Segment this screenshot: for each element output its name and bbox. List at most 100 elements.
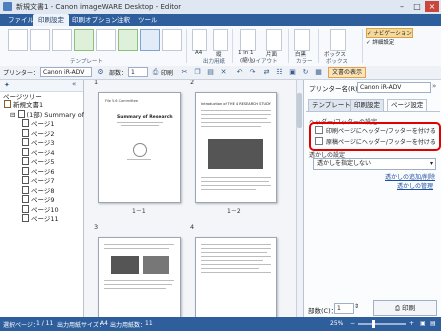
tree-item-page[interactable]: ページ7 (2, 176, 82, 186)
page-number: 4 (190, 223, 195, 231)
paste-icon[interactable]: ▤ (206, 68, 215, 77)
redo-icon[interactable]: ↷ (248, 68, 257, 77)
copies-input[interactable]: 1 (128, 67, 148, 77)
settings-icon[interactable]: ⚙ (96, 68, 105, 77)
tab-divider (306, 111, 440, 112)
box-button[interactable] (330, 29, 346, 51)
group-box: ボックス (326, 59, 348, 65)
zoom-slider-thumb[interactable] (372, 320, 375, 328)
document-icon (4, 100, 11, 108)
printer-select[interactable]: Canon iR-ADV (40, 67, 92, 77)
collapse-right-icon[interactable]: » (432, 82, 436, 90)
logo-seal (133, 143, 147, 157)
page-thumbnail-4[interactable] (195, 237, 277, 317)
menu-annotation[interactable]: 注釈 (112, 14, 135, 26)
rotate-icon[interactable]: ↻ (301, 68, 310, 77)
fit-page-icon[interactable]: ▣ (420, 320, 426, 327)
template-1-button[interactable] (8, 29, 28, 51)
copies-spin-icon[interactable]: ⇕ (354, 303, 359, 310)
page-photo (111, 256, 139, 274)
tree-item-document[interactable]: 新規文書1 (2, 100, 82, 110)
delete-icon[interactable]: ✕ (219, 68, 228, 77)
expand-icon[interactable]: ⊟ (10, 111, 15, 119)
document-display-button[interactable]: 文書の表示 (328, 67, 367, 78)
tab-page-settings[interactable]: ページ設定 (387, 99, 428, 111)
sides-button[interactable] (266, 29, 282, 51)
orientation-button[interactable] (213, 29, 228, 51)
grid-icon[interactable]: ▦ (314, 68, 323, 77)
undo-icon[interactable]: ↶ (235, 68, 244, 77)
paper-size-button[interactable] (192, 29, 207, 51)
overlay-select[interactable]: 透かしを指定しない ▾ (313, 158, 436, 170)
print-label[interactable]: 印刷 (161, 68, 173, 77)
minimize-button[interactable]: – (395, 1, 409, 12)
template-5-button[interactable] (96, 29, 116, 51)
move-icon[interactable]: ⇄ (262, 68, 271, 77)
tree-item-page[interactable]: ページ2 (2, 128, 82, 139)
template-3-button[interactable] (52, 29, 72, 51)
page-thumbnail-2[interactable]: Introduction of THE 4 RESEARCH STUDY (195, 92, 277, 203)
tree-item-label: ページ5 (31, 158, 55, 166)
ribbon-separator (186, 29, 187, 63)
layout-button[interactable] (240, 29, 256, 51)
template-4-button[interactable] (74, 29, 94, 51)
menu-tools[interactable]: ツール (133, 14, 163, 26)
fit-width-icon[interactable]: ▤ (430, 320, 436, 327)
overlay-add-delete-link[interactable]: 透かしの追加/削除 (385, 172, 435, 181)
header-footer-original-checkbox[interactable]: 原稿ページにヘッダー/フッターを付ける (315, 137, 436, 146)
close-button[interactable]: × (425, 1, 439, 12)
template-6-button[interactable] (118, 29, 138, 51)
tree-item-page[interactable]: ページ11 (2, 214, 82, 224)
copies-icon[interactable]: ☷ (275, 68, 284, 77)
paper-count-label: 出力用紙数： (110, 322, 147, 329)
tree-item-label: 新規文書1 (13, 101, 44, 109)
printer-icon[interactable]: ⎙ (151, 68, 160, 77)
printer-name-select[interactable]: Canon iR-ADV (357, 82, 431, 93)
tree-item-page[interactable]: ページ6 (2, 166, 82, 177)
tree-item-page[interactable]: ページ8 (2, 185, 82, 196)
tree-item-page[interactable]: ページ1 (2, 119, 82, 129)
detail-settings-toggle[interactable]: ✓ 詳細設定 (366, 38, 394, 46)
template-2-button[interactable] (30, 29, 50, 51)
navigation-toggle[interactable]: ✓ ナビゲーション (366, 28, 413, 38)
template-7-button[interactable] (140, 29, 160, 51)
page-header-text: File 5.6 Committee (105, 99, 139, 103)
zoom-slider[interactable] (358, 323, 406, 325)
tab-template[interactable]: テンプレート (308, 99, 355, 111)
checkbox-icon[interactable] (315, 137, 323, 145)
header-footer-print-checkbox[interactable]: 印刷ページにヘッダー/フッターを付ける (315, 126, 436, 135)
maximize-button[interactable]: □ (410, 1, 424, 12)
overlay-manage-link[interactable]: 透かしの管理 (397, 181, 433, 190)
copy-icon[interactable]: ❐ (193, 68, 202, 77)
tree-item-page[interactable]: ページ5 (2, 157, 82, 167)
paper-size-value: A4 (100, 320, 108, 327)
color-button[interactable] (294, 29, 310, 51)
checkbox-icon[interactable] (315, 126, 323, 134)
print-button[interactable]: ⎙ 印刷 (373, 300, 437, 316)
page-number: 2 (190, 80, 195, 86)
copies-right-input[interactable]: 1 (334, 303, 354, 314)
zoom-in-icon[interactable]: + (409, 320, 414, 327)
page-thumbnail-1[interactable]: File 5.6 Committee Summary of Research (98, 92, 181, 203)
scrollbar-thumb[interactable] (297, 93, 302, 128)
zoom-out-icon[interactable]: − (350, 320, 355, 327)
tab-print-settings[interactable]: 印刷設定 (350, 99, 384, 111)
tree-item-group[interactable]: ⊟ (1部) Summary of % (2, 109, 92, 120)
page-title-text: Summary of Research (117, 115, 173, 120)
cut-icon[interactable]: ✂ (180, 68, 189, 77)
template-8-button[interactable] (162, 29, 182, 51)
tree-item-page[interactable]: ページ10 (2, 204, 82, 215)
page-icon (22, 214, 29, 222)
tree-item-page[interactable]: ページ3 (2, 138, 82, 148)
left-panel: ✦ « ページツリー 新規文書1 ⊟ (1部) Summary of % ページ… (0, 80, 92, 317)
pin-icon[interactable]: ✦ (4, 81, 10, 89)
page-thumbnail-3[interactable] (98, 237, 181, 317)
fit-icon[interactable]: ▣ (288, 68, 297, 77)
group-layout: レイアウト (250, 59, 278, 65)
menu-print-settings[interactable]: 印刷設定 (33, 14, 69, 26)
tree-item-page[interactable]: ページ4 (2, 147, 82, 158)
tree-item-page[interactable]: ページ9 (2, 195, 82, 205)
tree-item-label: ページ4 (31, 148, 55, 157)
printer-label: プリンター： (3, 70, 40, 77)
collapse-icon[interactable]: « (72, 80, 76, 88)
